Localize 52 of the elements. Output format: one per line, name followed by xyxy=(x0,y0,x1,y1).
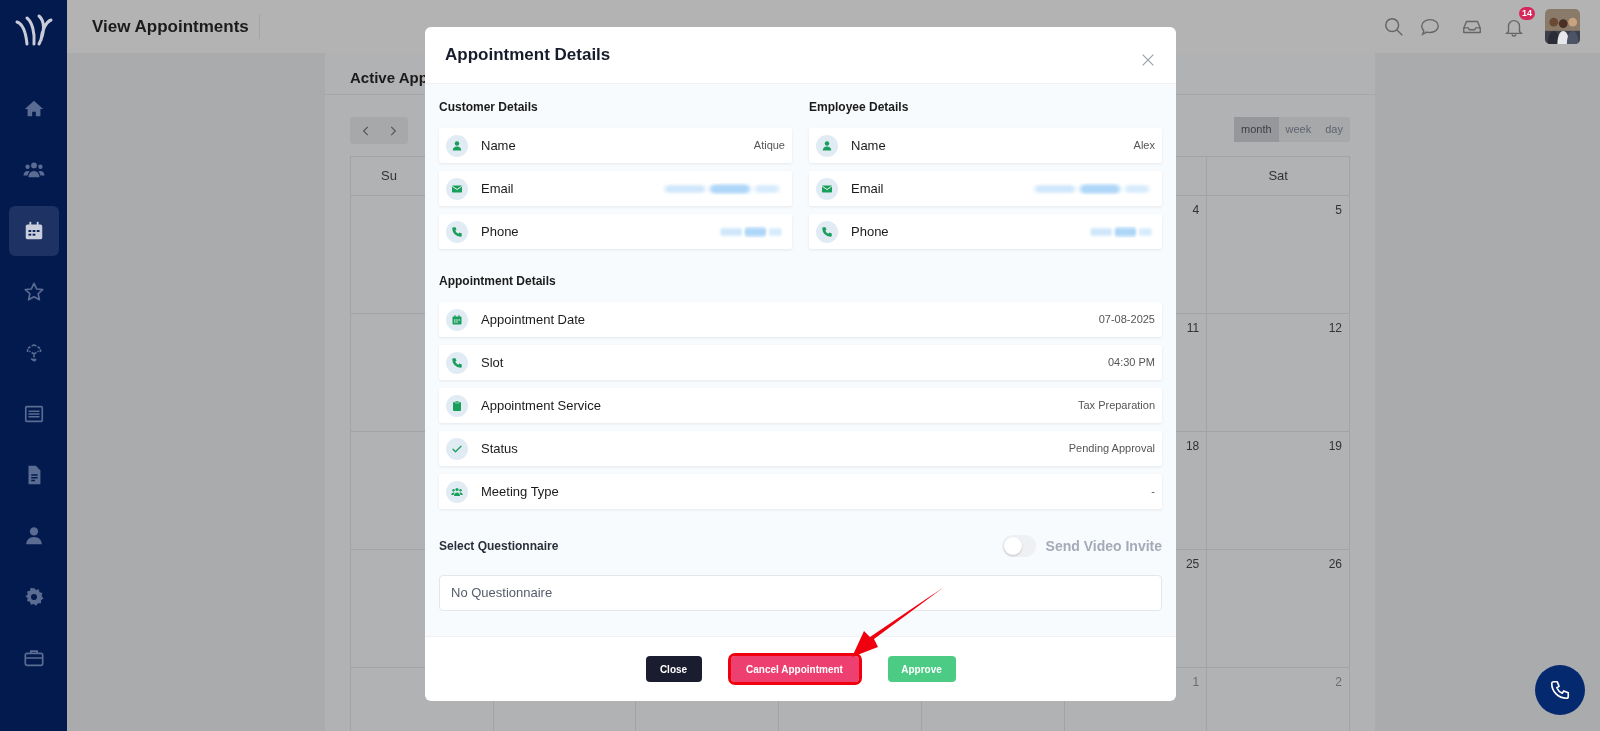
close-button[interactable]: Close xyxy=(645,656,702,682)
cancel-appointment-button[interactable]: Cancel Appointment xyxy=(730,656,859,682)
briefcase-icon xyxy=(22,647,45,669)
section-heading: Employee Details xyxy=(809,99,910,114)
weekday-header: Sat xyxy=(1207,157,1350,196)
field-label: Appointment Date xyxy=(481,310,586,329)
field-label: Phone xyxy=(481,222,519,241)
field-label: Name xyxy=(481,136,516,155)
field-value: Atique xyxy=(753,138,785,154)
day-cell: 5 xyxy=(1207,196,1350,314)
day-cell: 12 xyxy=(1207,314,1350,432)
clipboard-icon xyxy=(451,399,463,412)
search-icon[interactable] xyxy=(1383,15,1405,38)
field-label: Slot xyxy=(481,353,504,372)
day-cell: 2 xyxy=(1207,668,1350,731)
field-label: Meeting Type xyxy=(481,482,559,501)
field-label: Name xyxy=(851,136,886,155)
phone-icon xyxy=(821,225,833,238)
sidebar-item[interactable] xyxy=(8,206,59,256)
section-heading: Appointment Details xyxy=(439,273,557,288)
questionnaire-select[interactable]: No Questionnaire xyxy=(439,575,1162,611)
field-value: 04:30 PM xyxy=(1107,355,1155,371)
calendar-icon xyxy=(451,313,463,326)
field-label: Status xyxy=(481,439,518,458)
toggle-switch[interactable] xyxy=(1001,535,1036,557)
phone-call-button[interactable] xyxy=(1535,665,1585,715)
day-cell: 19 xyxy=(1207,432,1350,550)
notification-badge: 14 xyxy=(1519,6,1535,20)
field-value: Tax Preparation xyxy=(1077,398,1155,414)
field-value: Alex xyxy=(1133,138,1155,154)
approve-button[interactable]: Approve xyxy=(887,656,956,682)
person-icon xyxy=(821,139,833,152)
star-icon xyxy=(22,281,45,303)
list-window-icon xyxy=(22,403,45,425)
day-cell: 26 xyxy=(1207,550,1350,668)
page-title: View Appointments xyxy=(92,13,260,40)
section-heading: Customer Details xyxy=(439,99,539,114)
field-label: Select Questionnaire xyxy=(439,538,559,555)
person-icon xyxy=(451,139,463,152)
phone-icon xyxy=(1549,679,1571,701)
field-value: 07-08-2025 xyxy=(1098,312,1155,328)
view-tab[interactable]: week xyxy=(1278,117,1319,142)
view-tab[interactable]: month xyxy=(1234,117,1279,142)
field-label: Email xyxy=(851,179,884,198)
phone-icon xyxy=(451,225,463,238)
field-label: Phone xyxy=(851,222,889,241)
field-value: Pending Approval xyxy=(1068,441,1155,457)
field-label: Appointment Service xyxy=(481,396,601,415)
view-tab[interactable]: day xyxy=(1318,117,1350,142)
phone-icon xyxy=(451,356,463,369)
people-icon xyxy=(451,485,463,498)
field-value: - xyxy=(1151,484,1155,500)
